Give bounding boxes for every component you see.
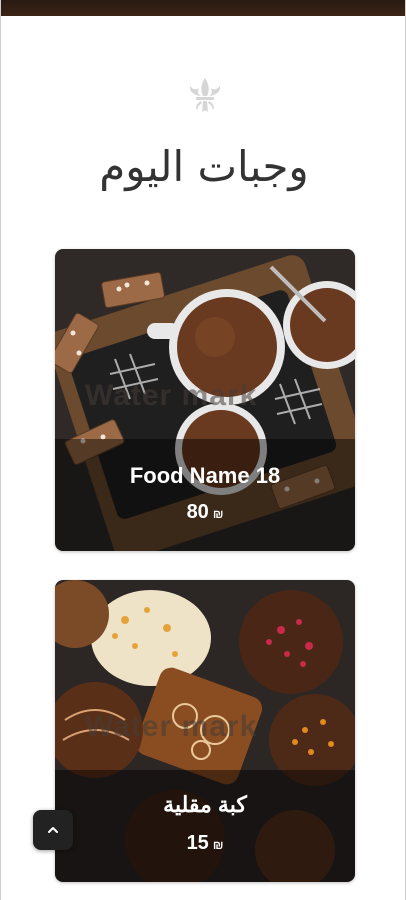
watermark-text: Water mark	[85, 379, 258, 412]
food-name: Food Name 18	[129, 463, 281, 488]
food-price: 15 ₪	[55, 832, 355, 855]
fleur-de-lis-icon	[189, 78, 221, 112]
food-card[interactable]: Water mark Food Name 18 80 ₪	[55, 249, 355, 551]
currency-symbol: ₪	[212, 838, 224, 852]
currency-symbol: ₪	[212, 507, 224, 521]
scroll-to-top-button[interactable]	[33, 810, 73, 850]
food-card[interactable]: Water mark كبة مقلية 15 ₪	[55, 580, 355, 882]
section-title: وجبات اليوم	[99, 142, 309, 191]
card-caption: Food Name 18 80 ₪	[55, 439, 355, 551]
card-caption: كبة مقلية 15 ₪	[55, 770, 355, 882]
food-name: كبة مقلية	[163, 792, 247, 817]
top-header-strip	[1, 0, 405, 16]
page: وجبات اليوم Water mark Food Name 18 80 ₪…	[0, 0, 406, 900]
food-price: 80 ₪	[55, 501, 355, 524]
price-value: 15	[186, 832, 209, 854]
price-value: 80	[186, 501, 209, 523]
chevron-up-icon	[48, 827, 58, 833]
watermark-text: Water mark	[85, 710, 258, 743]
